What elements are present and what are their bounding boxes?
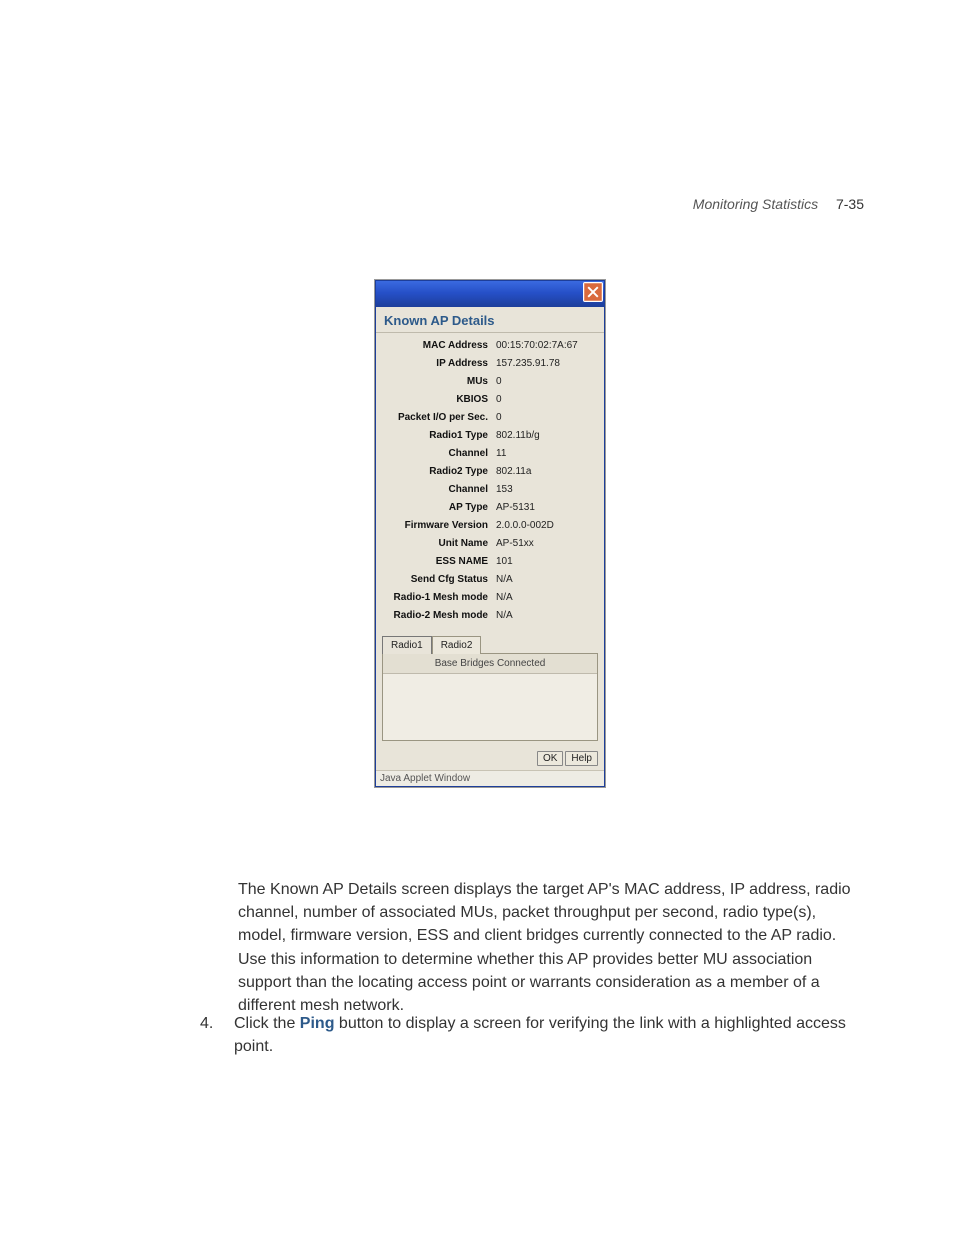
field-row: Unit NameAP-51xx bbox=[382, 539, 598, 549]
close-icon bbox=[587, 286, 599, 298]
close-button[interactable] bbox=[583, 282, 603, 302]
field-label: Radio2 Type bbox=[382, 467, 496, 477]
field-row: Radio-2 Mesh modeN/A bbox=[382, 611, 598, 621]
field-value: 153 bbox=[496, 485, 598, 495]
field-label: Radio-2 Mesh mode bbox=[382, 611, 496, 621]
field-label: Channel bbox=[382, 485, 496, 495]
field-value: 802.11b/g bbox=[496, 431, 598, 441]
field-row: Firmware Version2.0.0.0-002D bbox=[382, 521, 598, 531]
field-value: 0 bbox=[496, 395, 598, 405]
description-paragraph: The Known AP Details screen displays the… bbox=[238, 878, 853, 1017]
field-label: Send Cfg Status bbox=[382, 575, 496, 585]
field-label: Radio1 Type bbox=[382, 431, 496, 441]
field-label: ESS NAME bbox=[382, 557, 496, 567]
field-value: 0 bbox=[496, 377, 598, 387]
field-label: Unit Name bbox=[382, 539, 496, 549]
field-row: IP Address157.235.91.78 bbox=[382, 359, 598, 369]
step-4: 4. Click the Ping button to display a sc… bbox=[200, 1012, 853, 1058]
dialog-title: Known AP Details bbox=[376, 307, 604, 333]
status-bar: Java Applet Window bbox=[376, 770, 604, 786]
field-label: Firmware Version bbox=[382, 521, 496, 531]
field-label: Packet I/O per Sec. bbox=[382, 413, 496, 423]
tab-radio2[interactable]: Radio2 bbox=[432, 636, 482, 654]
known-ap-details-dialog: Known AP Details MAC Address00:15:70:02:… bbox=[375, 280, 605, 787]
field-value: 101 bbox=[496, 557, 598, 567]
field-row: MUs0 bbox=[382, 377, 598, 387]
field-value: AP-5131 bbox=[496, 503, 598, 513]
field-label: Radio-1 Mesh mode bbox=[382, 593, 496, 603]
ok-button[interactable]: OK bbox=[537, 751, 563, 766]
tab-row: Radio1 Radio2 bbox=[376, 635, 604, 653]
field-value: 00:15:70:02:7A:67 bbox=[496, 341, 598, 351]
field-row: MAC Address00:15:70:02:7A:67 bbox=[382, 341, 598, 351]
field-row: Radio2 Type802.11a bbox=[382, 467, 598, 477]
dialog-titlebar bbox=[376, 281, 604, 307]
field-list: MAC Address00:15:70:02:7A:67 IP Address1… bbox=[376, 333, 604, 633]
field-label: Channel bbox=[382, 449, 496, 459]
tab-panel: Base Bridges Connected bbox=[382, 653, 598, 741]
field-row: Radio-1 Mesh modeN/A bbox=[382, 593, 598, 603]
field-label: MAC Address bbox=[382, 341, 496, 351]
field-row: ESS NAME101 bbox=[382, 557, 598, 567]
field-row: Channel153 bbox=[382, 485, 598, 495]
step-number: 4. bbox=[200, 1012, 234, 1058]
field-label: MUs bbox=[382, 377, 496, 387]
section-name: Monitoring Statistics bbox=[693, 196, 818, 212]
field-value: 157.235.91.78 bbox=[496, 359, 598, 369]
field-label: IP Address bbox=[382, 359, 496, 369]
ping-keyword: Ping bbox=[300, 1015, 335, 1032]
field-value: 2.0.0.0-002D bbox=[496, 521, 598, 531]
field-value: 802.11a bbox=[496, 467, 598, 477]
field-row: Channel11 bbox=[382, 449, 598, 459]
tab-radio1[interactable]: Radio1 bbox=[382, 636, 432, 654]
field-row: Radio1 Type802.11b/g bbox=[382, 431, 598, 441]
step-text: Click the Ping button to display a scree… bbox=[234, 1012, 853, 1058]
field-row: KBIOS0 bbox=[382, 395, 598, 405]
help-button[interactable]: Help bbox=[565, 751, 598, 766]
field-value: 11 bbox=[496, 449, 598, 459]
field-row: Packet I/O per Sec.0 bbox=[382, 413, 598, 423]
field-row: AP TypeAP-5131 bbox=[382, 503, 598, 513]
button-row: OK Help bbox=[376, 745, 604, 770]
page-header: Monitoring Statistics 7-35 bbox=[693, 196, 864, 212]
field-label: KBIOS bbox=[382, 395, 496, 405]
field-value: N/A bbox=[496, 575, 598, 585]
page-number: 7-35 bbox=[836, 196, 864, 212]
field-value: N/A bbox=[496, 593, 598, 603]
step-pre: Click the bbox=[234, 1015, 300, 1032]
table-column-header: Base Bridges Connected bbox=[383, 654, 597, 674]
field-row: Send Cfg StatusN/A bbox=[382, 575, 598, 585]
field-value: AP-51xx bbox=[496, 539, 598, 549]
field-label: AP Type bbox=[382, 503, 496, 513]
field-value: 0 bbox=[496, 413, 598, 423]
field-value: N/A bbox=[496, 611, 598, 621]
